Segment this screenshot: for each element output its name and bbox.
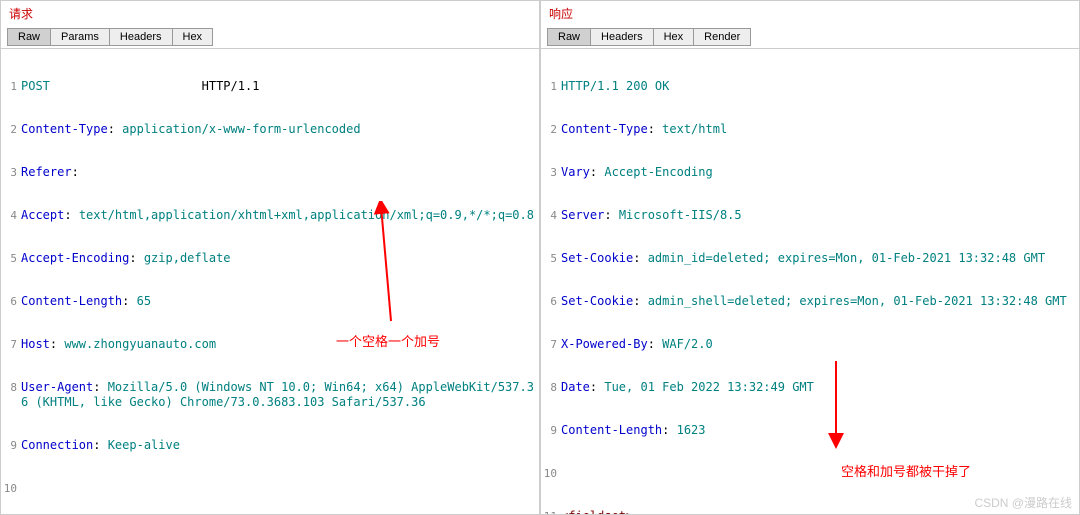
- http-method: POST: [21, 79, 50, 93]
- header-name: Connection: [21, 438, 93, 452]
- header-value: Keep-alive: [108, 438, 180, 452]
- header-name: Set-Cookie: [561, 294, 633, 308]
- http-version: HTTP/1.1: [202, 79, 260, 93]
- header-value: gzip,deflate: [144, 251, 231, 265]
- header-value: Microsoft-IIS/8.5: [619, 208, 742, 222]
- header-name: Set-Cookie: [561, 251, 633, 265]
- header-name: Server: [561, 208, 604, 222]
- header-name: Host: [21, 337, 50, 351]
- status-line: HTTP/1.1 200 OK: [561, 79, 1077, 94]
- tab-raw-resp[interactable]: Raw: [547, 28, 591, 46]
- header-value: 1623: [677, 423, 706, 437]
- tab-hex[interactable]: Hex: [172, 28, 214, 46]
- tab-render-resp[interactable]: Render: [693, 28, 751, 46]
- header-value: 65: [137, 294, 151, 308]
- header-value: application/x-www-form-urlencoded: [122, 122, 360, 136]
- header-name: User-Agent: [21, 380, 93, 394]
- response-tabs: Raw Headers Hex Render: [541, 26, 1079, 48]
- header-name: Accept: [21, 208, 64, 222]
- header-name: Referer: [21, 165, 72, 179]
- header-name: Content-Length: [561, 423, 662, 437]
- header-value: admin_id=deleted; expires=Mon, 01-Feb-20…: [648, 251, 1045, 265]
- header-name: Content-Length: [21, 294, 122, 308]
- response-panel: 响应 Raw Headers Hex Render 1HTTP/1.1 200 …: [540, 0, 1080, 515]
- tab-headers[interactable]: Headers: [109, 28, 173, 46]
- header-value: text/html: [662, 122, 727, 136]
- header-value: Mozilla/5.0 (Windows NT 10.0; Win64; x64…: [21, 380, 534, 409]
- tab-params[interactable]: Params: [50, 28, 110, 46]
- header-value: www.zhongyuanauto.com: [64, 337, 216, 351]
- watermark: CSDN @漫路在线: [974, 494, 1072, 511]
- header-value: text/html,application/xhtml+xml,applicat…: [79, 208, 534, 222]
- header-value: Accept-Encoding: [604, 165, 712, 179]
- request-tabs: Raw Params Headers Hex: [1, 26, 539, 48]
- header-name: Vary: [561, 165, 590, 179]
- header-name: Content-Type: [21, 122, 108, 136]
- header-name: X-Powered-By: [561, 337, 648, 351]
- tab-headers-resp[interactable]: Headers: [590, 28, 654, 46]
- tab-raw[interactable]: Raw: [7, 28, 51, 46]
- request-title: 请求: [1, 1, 539, 26]
- header-value: admin_shell=deleted; expires=Mon, 01-Feb…: [648, 294, 1067, 308]
- header-value: WAF/2.0: [662, 337, 713, 351]
- header-name: Accept-Encoding: [21, 251, 129, 265]
- response-raw-editor[interactable]: 1HTTP/1.1 200 OK 2Content-Type: text/htm…: [541, 48, 1079, 514]
- tab-hex-resp[interactable]: Hex: [653, 28, 695, 46]
- request-raw-editor[interactable]: 1POST HTTP/1.1 2Content-Type: applicatio…: [1, 48, 539, 514]
- response-title: 响应: [541, 1, 1079, 26]
- header-value: Tue, 01 Feb 2022 13:32:49 GMT: [604, 380, 814, 394]
- header-name: Date: [561, 380, 590, 394]
- request-panel: 请求 Raw Params Headers Hex 1POST HTTP/1.1…: [0, 0, 540, 515]
- header-name: Content-Type: [561, 122, 648, 136]
